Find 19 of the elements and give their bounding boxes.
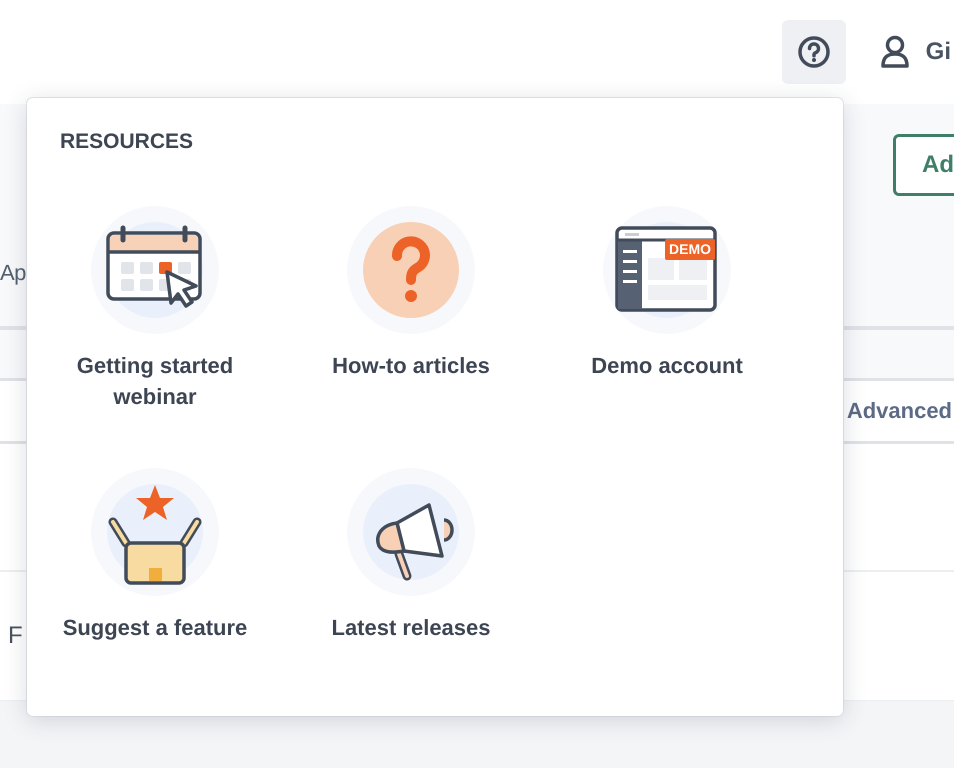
app-window-icon	[603, 206, 731, 334]
user-name: Gi	[926, 38, 951, 66]
action-button[interactable]: Ad	[893, 134, 954, 196]
resource-link[interactable]: DEMO Demo account	[539, 206, 795, 412]
menu-title: RESOURCES	[60, 130, 194, 154]
question-icon	[347, 206, 475, 334]
resource-link[interactable]: How-to articles	[283, 206, 539, 412]
help-button[interactable]	[782, 20, 846, 84]
user-icon[interactable]	[880, 35, 910, 69]
row-label: F	[8, 622, 23, 650]
megaphone-icon	[347, 468, 475, 596]
resource-link[interactable]: Latest releases	[283, 468, 539, 643]
resource-link[interactable]: Suggest a feature	[27, 468, 283, 643]
resource-link[interactable]: Getting started webinar	[27, 206, 283, 412]
demo-badge: DEMO	[665, 239, 715, 260]
tab-label[interactable]: Ap	[0, 260, 26, 286]
calendar-icon	[91, 206, 219, 334]
help-icon	[796, 35, 831, 69]
filter-label[interactable]: Advanced	[846, 398, 952, 424]
